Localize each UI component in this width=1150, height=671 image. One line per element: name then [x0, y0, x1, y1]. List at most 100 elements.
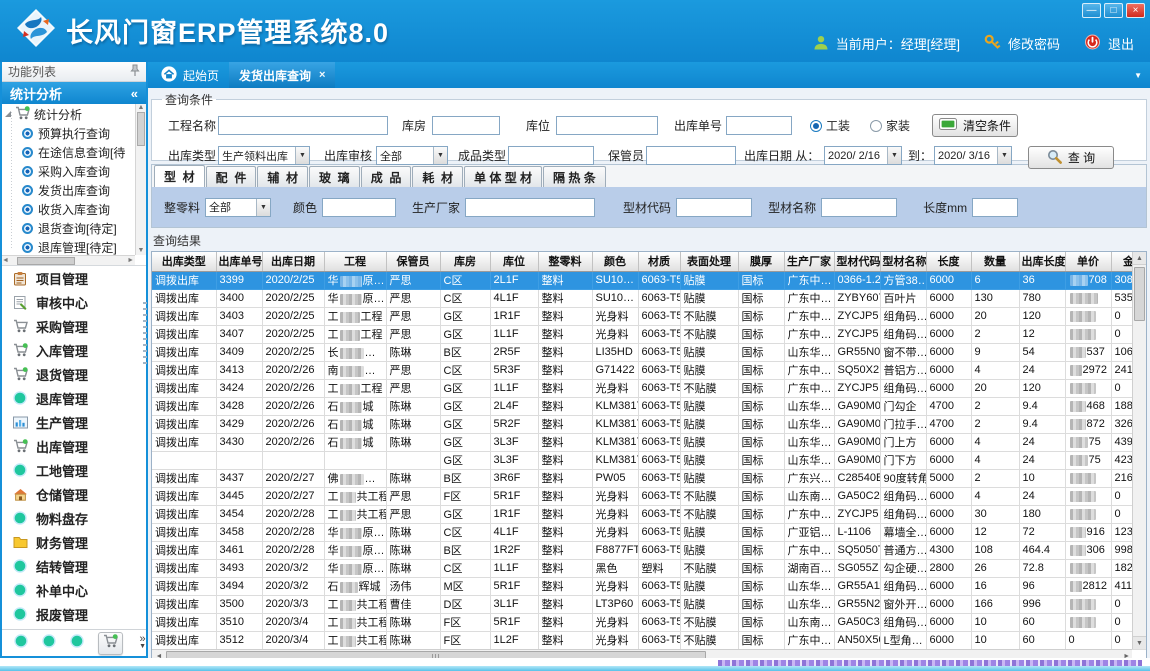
- column-header[interactable]: 表面处理: [680, 252, 738, 271]
- table-row[interactable]: 调拨出库34612020/2/28华原…陈琳B区1R2F整料F8877FT606…: [152, 541, 1146, 559]
- table-row[interactable]: 调拨出库34932020/3/2华原…陈琳C区1L1F整料黑色塑料不贴膜国标湖南…: [152, 559, 1146, 577]
- material-tab[interactable]: 单 体 型 材: [464, 166, 542, 187]
- table-row[interactable]: 调拨出库34542020/2/28工共工程严思G区1R1F整料光身料6063-T…: [152, 505, 1146, 523]
- column-header[interactable]: 整零料: [538, 252, 592, 271]
- sidebar-menu-item[interactable]: 项目管理: [2, 266, 146, 290]
- tree-vertical-scrollbar[interactable]: ▲ ▼: [135, 104, 146, 255]
- table-row[interactable]: 调拨出库34242020/2/26工工程严思G区1L1F整料光身料6063-T5…: [152, 379, 1146, 397]
- tree-horizontal-scrollbar[interactable]: ◄ ►: [2, 255, 135, 265]
- material-tab[interactable]: 辅 材: [257, 166, 308, 187]
- keeper-input[interactable]: [646, 146, 736, 165]
- tree-item[interactable]: 退库管理[待定]: [2, 238, 135, 255]
- table-row[interactable]: G区3L3F整料KLM38176063-T5贴膜国标山东华…GA90M09.门下…: [152, 451, 1146, 469]
- warehouse-input[interactable]: [432, 116, 500, 135]
- table-row[interactable]: 调拨出库35102020/3/4工共工程陈琳F区5R1F整料光身料6063-T5…: [152, 613, 1146, 631]
- collapse-icon[interactable]: «: [131, 86, 138, 101]
- scroll-down-icon[interactable]: ▼: [1133, 636, 1146, 649]
- material-tab[interactable]: 型 材: [154, 165, 205, 187]
- table-row[interactable]: 调拨出库34302020/2/26石城陈琳G区3L3F整料KLM38176063…: [152, 433, 1146, 451]
- cart-toolbar-button[interactable]: [98, 632, 123, 655]
- sidebar-menu-item[interactable]: 退库管理: [2, 386, 146, 410]
- sidebar-menu-item[interactable]: 工地管理: [2, 458, 146, 482]
- scrollbar-thumb[interactable]: [137, 112, 145, 146]
- material-tab[interactable]: 成 品: [361, 166, 412, 187]
- project-name-input[interactable]: [218, 116, 388, 135]
- search-button[interactable]: 查 询: [1028, 146, 1114, 169]
- profile-code-input[interactable]: [676, 198, 752, 217]
- column-header[interactable]: 型材名称: [880, 252, 926, 271]
- table-row[interactable]: 调拨出库34132020/2/26南…严思C区5R3F整料G714226063-…: [152, 361, 1146, 379]
- column-header[interactable]: 出库日期: [262, 252, 324, 271]
- table-row[interactable]: 调拨出库34032020/2/25工工程严思G区1R1F整料光身料6063-T5…: [152, 307, 1146, 325]
- clear-conditions-button[interactable]: 清空条件: [932, 114, 1018, 137]
- material-tab[interactable]: 隔 热 条: [543, 166, 606, 187]
- order-no-input[interactable]: [726, 116, 792, 135]
- tree-item[interactable]: 收货入库查询: [2, 200, 135, 219]
- tree-item[interactable]: 退货查询[待定]: [2, 219, 135, 238]
- column-header[interactable]: 型材代码: [834, 252, 880, 271]
- scroll-right-icon[interactable]: ►: [127, 257, 134, 264]
- scroll-up-icon[interactable]: ▲: [136, 104, 146, 111]
- logout-link[interactable]: 退出: [1108, 34, 1134, 53]
- date-to-select[interactable]: 2020/ 3/16▼: [934, 146, 1012, 165]
- material-tab[interactable]: 玻 璃: [309, 166, 360, 187]
- table-row[interactable]: 调拨出库34072020/2/25工工程严思G区1L1F整料光身料6063-T5…: [152, 325, 1146, 343]
- column-header[interactable]: 颜色: [592, 252, 638, 271]
- out-type-select[interactable]: 生产领料出库▼: [218, 146, 310, 165]
- sidebar-menu-item[interactable]: 报废管理: [2, 602, 146, 626]
- tree-item[interactable]: 在途信息查询[待: [2, 143, 135, 162]
- table-row[interactable]: 调拨出库34942020/3/2石辉城汤伟M区5R1F整料光身料6063-T5贴…: [152, 577, 1146, 595]
- column-header[interactable]: 出库长度: [1019, 252, 1065, 271]
- sidebar-menu-item[interactable]: 生产管理: [2, 410, 146, 434]
- pin-icon[interactable]: [130, 64, 140, 80]
- table-vertical-scrollbar[interactable]: ▲ ▼: [1132, 252, 1146, 649]
- location-input[interactable]: [556, 116, 658, 135]
- scroll-up-icon[interactable]: ▲: [1133, 252, 1146, 265]
- sidebar-menu-item[interactable]: 结转管理: [2, 554, 146, 578]
- green-dot-icon[interactable]: [14, 634, 28, 653]
- green-dot-icon[interactable]: [70, 634, 84, 653]
- scrollbar-thumb[interactable]: [166, 651, 706, 659]
- radio-unselected-icon[interactable]: [870, 120, 882, 132]
- material-tab[interactable]: 配 件: [206, 166, 257, 187]
- tab-home[interactable]: 起始页: [151, 62, 229, 88]
- column-header[interactable]: 工程: [324, 252, 386, 271]
- scrollbar-thumb[interactable]: [17, 257, 75, 265]
- column-header[interactable]: 出库单号: [216, 252, 262, 271]
- table-row[interactable]: 调拨出库34372020/2/27佛…陈琳B区3R6F整料PW056063-T5…: [152, 469, 1146, 487]
- table-row[interactable]: 调拨出库34002020/2/25华原…严思C区4L1F整料SU10…6063-…: [152, 289, 1146, 307]
- table-row[interactable]: 调拨出库34582020/2/28华原…陈琳C区4L1F整料光身料6063-T5…: [152, 523, 1146, 541]
- radio-jiazhuang[interactable]: 家装: [870, 117, 910, 134]
- radio-selected-icon[interactable]: [810, 120, 822, 132]
- sidebar-menu-item[interactable]: 财务管理: [2, 530, 146, 554]
- splitter-handle[interactable]: [143, 302, 147, 366]
- more-options-button[interactable]: » ▼: [139, 635, 146, 651]
- material-tab[interactable]: 耗 材: [412, 166, 463, 187]
- table-row[interactable]: 调拨出库33992020/2/25华原…严思C区2L1F整料SU10…6063-…: [152, 271, 1146, 289]
- profile-name-input[interactable]: [821, 198, 897, 217]
- table-row[interactable]: 调拨出库34092020/2/25长…陈琳B区2R5F整料LI35HD6063-…: [152, 343, 1146, 361]
- tree-root-statistics[interactable]: 统计分析: [2, 104, 135, 124]
- sidebar-menu-item[interactable]: 出库管理: [2, 434, 146, 458]
- table-row[interactable]: 调拨出库34282020/2/26石城陈琳G区2L4F整料KLM38176063…: [152, 397, 1146, 415]
- change-password-link[interactable]: 修改密码: [1008, 34, 1060, 53]
- sidebar-menu-item[interactable]: 审核中心: [2, 290, 146, 314]
- length-input[interactable]: [972, 198, 1018, 217]
- column-header[interactable]: 保管员: [386, 252, 440, 271]
- table-row[interactable]: 调拨出库34452020/2/27工共工程严思F区5R1F整料光身料6063-T…: [152, 487, 1146, 505]
- close-button[interactable]: ×: [1126, 3, 1145, 18]
- table-row[interactable]: 调拨出库35122020/3/4工共工程陈琳F区1L2F整料光身料6063-T5…: [152, 631, 1146, 649]
- column-header[interactable]: 出库类型: [152, 252, 216, 271]
- sidebar-menu-item[interactable]: 补单中心: [2, 578, 146, 602]
- manufacturer-input[interactable]: [465, 198, 595, 217]
- expander-icon[interactable]: [5, 111, 11, 117]
- close-tab-icon[interactable]: ×: [319, 69, 325, 81]
- tree-item[interactable]: 发货出库查询: [2, 181, 135, 200]
- green-dot-icon[interactable]: [42, 634, 56, 653]
- tab-list-dropdown-icon[interactable]: ▼: [1134, 71, 1142, 80]
- sidebar-menu-item[interactable]: 入库管理: [2, 338, 146, 362]
- date-from-select[interactable]: 2020/ 2/16▼: [824, 146, 902, 165]
- column-header[interactable]: 单价: [1065, 252, 1111, 271]
- sidebar-menu-item[interactable]: 退货管理: [2, 362, 146, 386]
- column-header[interactable]: 材质: [638, 252, 680, 271]
